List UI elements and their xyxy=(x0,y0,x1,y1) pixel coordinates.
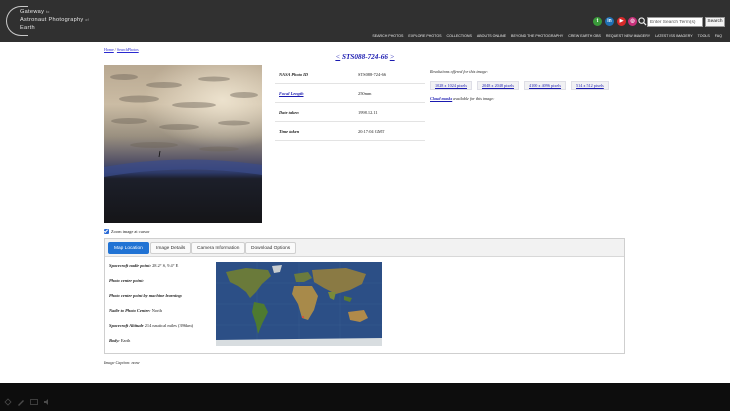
linkedin-icon[interactable]: in xyxy=(605,17,614,26)
breadcrumb-home[interactable]: Home xyxy=(104,47,114,52)
info-value: 250mm xyxy=(358,91,372,96)
cloud-masks-line: Cloud masks available for this image: xyxy=(430,96,495,101)
resolution-4100-button[interactable]: 4100 x 4096 pixels xyxy=(524,81,566,90)
nadir-direction-row: Nadir to Photo Center: North xyxy=(109,308,162,313)
info-value: 1998.12.11 xyxy=(358,110,378,115)
zoom-checkbox[interactable] xyxy=(104,229,109,234)
info-value: STS088-724-66 xyxy=(358,72,387,77)
nav-item-explore-photos[interactable]: Explore Photos xyxy=(408,34,441,38)
nav-item-beyond[interactable]: Beyond the Photography xyxy=(511,34,563,38)
info-label: Time taken xyxy=(279,129,300,134)
info-value: 20:17:04 GMT xyxy=(358,129,385,134)
resolutions-label: Resolutions offered for this image: xyxy=(430,69,488,74)
nav-item-request-imagery[interactable]: Request New Imagery xyxy=(606,34,650,38)
resolution-1028-button[interactable]: 1028 x 1024 pixels xyxy=(430,81,472,90)
search-icon[interactable] xyxy=(638,17,647,26)
image-caption: Image Caption: none xyxy=(104,360,140,365)
nav-item-abouts-online[interactable]: Abouts Online xyxy=(477,34,506,38)
focal-length-link[interactable]: Focal Length xyxy=(279,91,304,96)
nav-item-faq[interactable]: FAQ xyxy=(715,34,722,38)
tab-download-options[interactable]: Download Options xyxy=(245,242,297,254)
breadcrumb: Home / SearchPhotos xyxy=(104,47,139,52)
search-button[interactable]: Search xyxy=(705,17,725,27)
cloud-masks-link[interactable]: Cloud masks xyxy=(430,96,452,101)
nav-item-latest-iss[interactable]: Latest ISS Imagery xyxy=(655,34,693,38)
nadir-marker xyxy=(302,316,304,318)
image-icon[interactable] xyxy=(30,398,38,406)
bookmark-icon[interactable] xyxy=(4,398,12,406)
photo-title: < STS088-724-66 > xyxy=(300,53,430,61)
instagram-icon[interactable]: ◎ xyxy=(628,17,637,26)
nav-item-crew-earth-obs[interactable]: Crew Earth Obs xyxy=(568,34,601,38)
logo-line-2: Astronaut Photography of xyxy=(20,17,89,23)
caption-label: Image Caption: xyxy=(104,360,131,365)
breadcrumb-current[interactable]: SearchPhotos xyxy=(117,47,139,52)
details-tab-panel: Map Location Image Details Camera Inform… xyxy=(104,238,625,354)
photo-info-table: NASA Photo ID STS088-724-66 Focal Length… xyxy=(275,65,425,141)
resolution-2048-button[interactable]: 2048 x 2048 pixels xyxy=(477,81,519,90)
prev-photo-link[interactable]: < xyxy=(335,53,340,61)
body-row: Body: Earth xyxy=(109,338,131,343)
astronaut-photo[interactable] xyxy=(104,65,262,223)
zoom-option: Zoom image at cursor xyxy=(104,229,150,234)
site-header: Gateway to Astronaut Photography of Eart… xyxy=(0,0,730,42)
tab-bar: Map Location Image Details Camera Inform… xyxy=(105,239,624,257)
caption-value: none xyxy=(131,360,140,365)
viewer-toolbar xyxy=(0,383,730,411)
search-input[interactable] xyxy=(647,17,703,27)
zoom-label: Zoom image at cursor xyxy=(111,229,150,234)
cloud-masks-suffix: available for this image: xyxy=(453,96,495,101)
info-label: NASA Photo ID xyxy=(279,72,309,77)
info-row-date: Date taken 1998.12.11 xyxy=(275,103,425,122)
logo-line-3: Earth xyxy=(20,25,35,31)
youtube-icon[interactable]: ▶ xyxy=(617,17,626,26)
tab-camera-information[interactable]: Camera Information xyxy=(191,242,246,254)
world-location-map[interactable] xyxy=(216,262,382,346)
next-photo-link[interactable]: > xyxy=(390,53,395,61)
logo-line-1: Gateway to xyxy=(20,9,50,15)
resolution-514-button[interactable]: 514 x 512 pixels xyxy=(571,81,609,90)
info-row-focal-length: Focal Length 250mm xyxy=(275,84,425,103)
photo-center-row: Photo center point: xyxy=(109,278,144,283)
earth-horizon-image xyxy=(104,65,262,223)
info-row-time: Time taken 20:17:04 GMT xyxy=(275,122,425,141)
nav-item-search-photos[interactable]: Search Photos xyxy=(372,34,403,38)
info-row-photo-id: NASA Photo ID STS088-724-66 xyxy=(275,65,425,84)
speaker-icon[interactable] xyxy=(43,398,51,406)
pen-icon[interactable] xyxy=(17,398,25,406)
main-nav: Search Photos Explore Photos Collections… xyxy=(372,34,722,38)
tab-image-details[interactable]: Image Details xyxy=(150,242,192,254)
nav-item-collections[interactable]: Collections xyxy=(447,34,472,38)
nav-item-tools[interactable]: Tools xyxy=(698,34,710,38)
breadcrumb-separator: / xyxy=(114,47,116,52)
altitude-row: Spacecraft Altitude 214 nautical miles (… xyxy=(109,323,194,328)
site-logo[interactable]: Gateway to Astronaut Photography of Eart… xyxy=(6,6,96,36)
nadir-point-row: Spacecraft nadir point: 28.2° S, 9.4° E xyxy=(109,263,179,268)
info-label: Date taken xyxy=(279,110,299,115)
tumblr-icon[interactable]: t xyxy=(593,17,602,26)
tab-map-location[interactable]: Map Location xyxy=(108,242,149,254)
photo-id-title: STS088-724-66 xyxy=(342,53,388,61)
ml-center-row: Photo center point by machine learning: xyxy=(109,293,183,298)
